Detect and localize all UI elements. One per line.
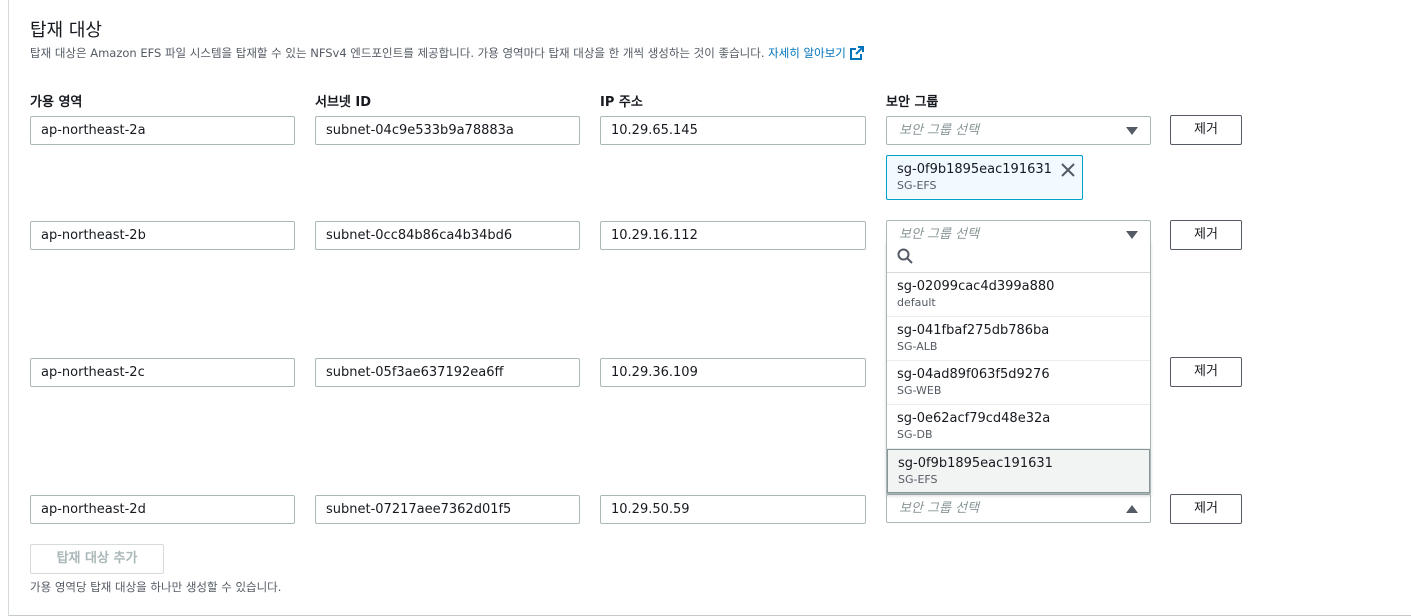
security-group-select[interactable]: 보안 그룹 선택 — [886, 494, 1151, 523]
external-link-icon[interactable] — [849, 46, 864, 63]
az-field: ap-northeast-2d — [30, 495, 295, 524]
option-name: SG-WEB — [897, 384, 942, 397]
token-name: SG-EFS — [897, 179, 937, 192]
add-mount-target-button[interactable]: 탑재 대상 추가 — [30, 544, 164, 574]
search-icon — [897, 248, 913, 264]
security-group-token: sg-0f9b1895eac191631 SG-EFS — [886, 155, 1083, 200]
section-title: 탑재 대상 — [30, 20, 102, 41]
description-text: 탑재 대상은 Amazon EFS 파일 시스템을 탑재할 수 있는 NFSv4… — [30, 46, 765, 60]
column-header-security-group: 보안 그룹 — [886, 95, 939, 110]
remove-button[interactable]: 제거 — [1170, 494, 1242, 524]
caret-down-icon — [1126, 127, 1138, 135]
dropdown-search-input[interactable] — [887, 240, 1150, 273]
column-header-ip: IP 주소 — [600, 95, 643, 110]
learn-more-link[interactable]: 자세히 알아보기 — [768, 46, 846, 60]
option-name: default — [897, 296, 936, 309]
hint-text: 가용 영역당 탑재 대상을 하나만 생성할 수 있습니다. — [30, 580, 282, 594]
ip-address-input[interactable]: 10.29.65.145 — [600, 116, 866, 145]
az-field: ap-northeast-2a — [30, 116, 295, 145]
option-id: sg-02099cac4d399a880 — [897, 279, 1055, 294]
az-field: ap-northeast-2b — [30, 221, 295, 250]
option-name: SG-EFS — [898, 473, 938, 486]
security-group-dropdown: sg-02099cac4d399a880 default sg-041fbaf2… — [886, 240, 1151, 494]
option-id: sg-0f9b1895eac191631 — [898, 456, 1053, 471]
section-description: 탑재 대상은 Amazon EFS 파일 시스템을 탑재할 수 있는 NFSv4… — [30, 45, 864, 63]
remove-button[interactable]: 제거 — [1170, 220, 1242, 250]
dropdown-option-selected[interactable]: sg-0f9b1895eac191631 SG-EFS — [887, 449, 1150, 493]
column-header-az: 가용 영역 — [30, 95, 83, 110]
security-group-select[interactable]: 보안 그룹 선택 — [886, 116, 1151, 145]
az-field: ap-northeast-2c — [30, 358, 295, 387]
select-placeholder: 보안 그룹 선택 — [899, 123, 980, 138]
ip-address-input[interactable]: 10.29.16.112 — [600, 221, 866, 250]
remove-button[interactable]: 제거 — [1170, 115, 1242, 145]
caret-up-icon — [1126, 505, 1138, 513]
column-header-subnet: 서브넷 ID — [315, 95, 372, 110]
dropdown-option[interactable]: sg-041fbaf275db786ba SG-ALB — [887, 317, 1150, 361]
option-id: sg-04ad89f063f5d9276 — [897, 367, 1050, 382]
select-placeholder: 보안 그룹 선택 — [899, 501, 980, 516]
remove-button[interactable]: 제거 — [1170, 357, 1242, 387]
option-id: sg-0e62acf79cd48e32a — [897, 411, 1051, 426]
dropdown-option[interactable]: sg-02099cac4d399a880 default — [887, 273, 1150, 317]
option-name: SG-ALB — [897, 340, 938, 353]
dropdown-option[interactable]: sg-0e62acf79cd48e32a SG-DB — [887, 405, 1150, 449]
ip-address-input[interactable]: 10.29.50.59 — [600, 495, 866, 524]
ip-address-input[interactable]: 10.29.36.109 — [600, 358, 866, 387]
option-name: SG-DB — [897, 428, 933, 441]
subnet-field[interactable]: subnet-07217aee7362d01f5 — [315, 495, 580, 524]
subnet-field[interactable]: subnet-04c9e533b9a78883a — [315, 116, 580, 145]
caret-down-icon — [1126, 231, 1138, 239]
close-icon[interactable] — [1060, 162, 1076, 178]
subnet-field[interactable]: subnet-0cc84b86ca4b34bd6 — [315, 221, 580, 250]
subnet-field[interactable]: subnet-05f3ae637192ea6ff — [315, 358, 580, 387]
option-id: sg-041fbaf275db786ba — [897, 323, 1050, 338]
dropdown-option[interactable]: sg-04ad89f063f5d9276 SG-WEB — [887, 361, 1150, 405]
token-id: sg-0f9b1895eac191631 — [897, 162, 1052, 177]
